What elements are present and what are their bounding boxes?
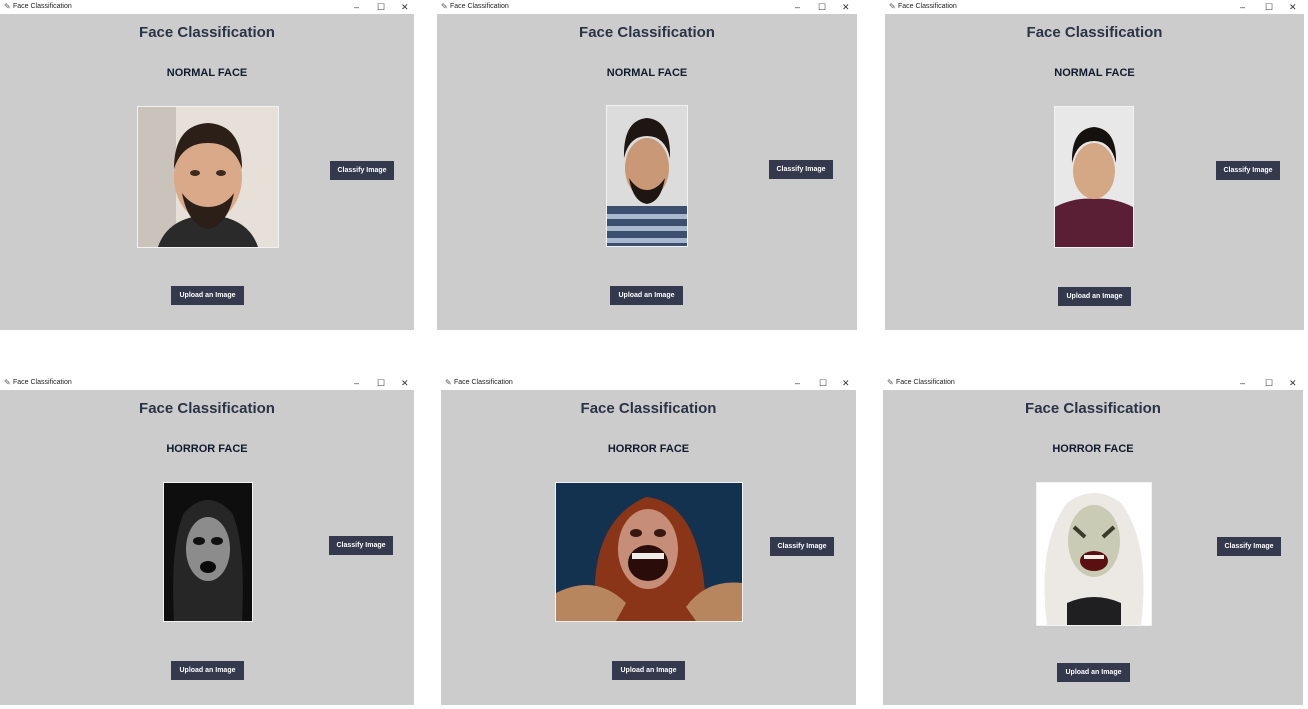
minimize-button[interactable]: – bbox=[795, 376, 800, 390]
window-title: Face Classification bbox=[454, 379, 513, 386]
classify-image-button[interactable]: Classify Image bbox=[330, 161, 394, 180]
app-client-area: Face Classification NORMAL FACE Classify… bbox=[0, 14, 414, 330]
title-bar: ✎ Face Classification – ☐ ✕ bbox=[441, 376, 856, 390]
close-button[interactable]: ✕ bbox=[1289, 0, 1297, 14]
upload-image-button[interactable]: Upload an Image bbox=[612, 661, 685, 680]
face-image bbox=[137, 106, 279, 248]
classify-image-button[interactable]: Classify Image bbox=[769, 160, 833, 179]
face-image bbox=[163, 482, 253, 622]
app-window: ✎ Face Classification – ☐ ✕ Face Classif… bbox=[0, 376, 414, 705]
classification-result: HORROR FACE bbox=[1052, 443, 1134, 455]
window-title: Face Classification bbox=[450, 3, 509, 10]
upload-image-button[interactable]: Upload an Image bbox=[1058, 287, 1131, 306]
upload-image-button[interactable]: Upload an Image bbox=[610, 286, 683, 305]
app-heading: Face Classification bbox=[139, 400, 275, 417]
app-window: ✎ Face Classification – ☐ ✕ Face Classif… bbox=[441, 376, 856, 705]
face-image bbox=[1036, 482, 1152, 626]
app-client-area: Face Classification HORROR FACE Classify… bbox=[441, 390, 856, 705]
classification-result: NORMAL FACE bbox=[606, 67, 688, 79]
app-feather-icon: ✎ bbox=[445, 378, 452, 387]
title-bar: ✎ Face Classification – ☐ ✕ bbox=[885, 0, 1304, 14]
close-button[interactable]: ✕ bbox=[842, 376, 850, 390]
app-heading: Face Classification bbox=[1026, 24, 1163, 41]
classification-result: HORROR FACE bbox=[607, 443, 690, 455]
app-heading: Face Classification bbox=[1025, 400, 1161, 417]
face-image bbox=[606, 105, 688, 247]
title-bar: ✎ Face Classification – ☐ ✕ bbox=[0, 0, 414, 14]
window-title: Face Classification bbox=[898, 3, 957, 10]
app-heading: Face Classification bbox=[580, 400, 717, 417]
app-feather-icon: ✎ bbox=[441, 2, 448, 11]
classify-image-button[interactable]: Classify Image bbox=[329, 536, 393, 555]
window-title: Face Classification bbox=[13, 3, 72, 10]
app-heading: Face Classification bbox=[579, 24, 715, 41]
close-button[interactable]: ✕ bbox=[401, 0, 409, 14]
app-heading: Face Classification bbox=[139, 24, 275, 41]
minimize-button[interactable]: – bbox=[1240, 376, 1245, 390]
minimize-button[interactable]: – bbox=[1240, 0, 1245, 14]
classify-image-button[interactable]: Classify Image bbox=[1217, 537, 1281, 556]
classify-image-button[interactable]: Classify Image bbox=[770, 537, 834, 556]
title-bar: ✎ Face Classification – ☐ ✕ bbox=[0, 376, 414, 390]
maximize-button[interactable]: ☐ bbox=[377, 376, 385, 390]
window-title: Face Classification bbox=[13, 379, 72, 386]
app-client-area: Face Classification HORROR FACE Classify… bbox=[0, 390, 414, 705]
title-bar: ✎ Face Classification – ☐ ✕ bbox=[883, 376, 1303, 390]
close-button[interactable]: ✕ bbox=[1289, 376, 1297, 390]
classification-result: NORMAL FACE bbox=[1054, 67, 1135, 79]
app-window: ✎ Face Classification – ☐ ✕ Face Classif… bbox=[885, 0, 1304, 330]
title-bar: ✎ Face Classification – ☐ ✕ bbox=[437, 0, 857, 14]
classification-result: HORROR FACE bbox=[166, 443, 248, 455]
maximize-button[interactable]: ☐ bbox=[377, 0, 385, 14]
maximize-button[interactable]: ☐ bbox=[1265, 376, 1273, 390]
app-feather-icon: ✎ bbox=[889, 2, 896, 11]
face-image bbox=[555, 482, 743, 622]
upload-image-button[interactable]: Upload an Image bbox=[171, 661, 244, 680]
app-client-area: Face Classification NORMAL FACE Classify… bbox=[885, 14, 1304, 330]
face-image bbox=[1054, 106, 1134, 248]
app-client-area: Face Classification HORROR FACE Classify… bbox=[883, 390, 1303, 705]
classify-image-button[interactable]: Classify Image bbox=[1216, 161, 1280, 180]
minimize-button[interactable]: – bbox=[795, 0, 800, 14]
app-window: ✎ Face Classification – ☐ ✕ Face Classif… bbox=[0, 0, 414, 330]
app-client-area: Face Classification NORMAL FACE Classify… bbox=[437, 14, 857, 330]
app-feather-icon: ✎ bbox=[4, 378, 11, 387]
upload-image-button[interactable]: Upload an Image bbox=[1057, 663, 1130, 682]
app-window: ✎ Face Classification – ☐ ✕ Face Classif… bbox=[883, 376, 1303, 705]
minimize-button[interactable]: – bbox=[354, 0, 359, 14]
app-feather-icon: ✎ bbox=[4, 2, 11, 11]
maximize-button[interactable]: ☐ bbox=[819, 376, 827, 390]
app-feather-icon: ✎ bbox=[887, 378, 894, 387]
upload-image-button[interactable]: Upload an Image bbox=[171, 286, 244, 305]
classification-result: NORMAL FACE bbox=[166, 67, 248, 79]
maximize-button[interactable]: ☐ bbox=[1265, 0, 1273, 14]
app-window: ✎ Face Classification – ☐ ✕ Face Classif… bbox=[437, 0, 857, 330]
minimize-button[interactable]: – bbox=[354, 376, 359, 390]
close-button[interactable]: ✕ bbox=[842, 0, 850, 14]
close-button[interactable]: ✕ bbox=[401, 376, 409, 390]
maximize-button[interactable]: ☐ bbox=[818, 0, 826, 14]
window-title: Face Classification bbox=[896, 379, 955, 386]
